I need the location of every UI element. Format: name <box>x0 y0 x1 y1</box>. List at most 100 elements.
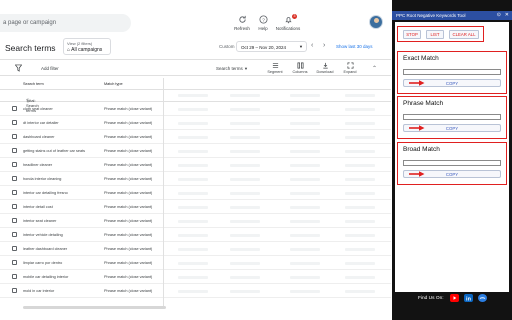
match-type-cell: Phrase match (close variant) <box>104 121 153 125</box>
clear-all-button[interactable]: CLEAR ALL <box>449 30 479 39</box>
row-checkbox[interactable] <box>12 260 17 265</box>
date-custom-label: Custom <box>219 44 235 49</box>
list-button[interactable]: LIST <box>426 30 444 39</box>
search-terms-dropdown-label: Search terms <box>216 66 243 71</box>
view-filter-chip[interactable]: View (2 filters) ⌂ All campaigns <box>63 38 111 55</box>
match-type-cell: Phrase match (close variant) <box>104 289 153 293</box>
match-type-cell: Phrase match (close variant) <box>104 247 153 251</box>
search-terms-table: Search term Match type Total: Search ter… <box>0 78 391 298</box>
row-checkbox[interactable] <box>12 274 17 279</box>
match-type-cell: Phrase match (close variant) <box>104 191 153 195</box>
placeholder-bar <box>230 150 260 153</box>
column-header-match-type[interactable]: Match type <box>104 82 123 86</box>
placeholder-bar <box>345 220 375 223</box>
avatar[interactable] <box>369 15 383 29</box>
row-checkbox[interactable] <box>12 232 17 237</box>
youtube-icon[interactable] <box>450 294 459 302</box>
search-term-cell: mold in car interior <box>23 289 55 293</box>
segment-button[interactable]: Segment <box>265 62 285 74</box>
row-checkbox[interactable] <box>12 176 17 181</box>
row-checkbox[interactable] <box>12 162 17 167</box>
row-checkbox[interactable] <box>12 148 17 153</box>
svg-text:in: in <box>466 296 472 302</box>
row-checkbox[interactable] <box>12 246 17 251</box>
placeholder-bar <box>345 192 375 195</box>
placeholder-bar <box>230 94 260 97</box>
placeholder-bar <box>230 164 260 167</box>
placeholder-bar <box>345 262 375 265</box>
notifications-button[interactable]: 3 Notifications <box>274 14 302 31</box>
close-icon[interactable]: ✕ <box>505 12 509 18</box>
add-filter-button[interactable]: Add filter <box>41 66 59 71</box>
help-button[interactable]: ? Help <box>251 15 275 31</box>
google-ads-view: a page or campaign Refresh ? Help 3 Noti… <box>0 0 391 320</box>
placeholder-bar <box>290 122 320 125</box>
placeholder-bar <box>178 136 208 139</box>
extension-footer: Find Us On: in <box>392 293 512 305</box>
placeholder-bar <box>178 262 208 265</box>
filter-bar: Add filter Search terms ▼ Segment Column… <box>0 59 391 76</box>
collapse-chevron-icon[interactable]: ⌃ <box>372 65 377 72</box>
columns-button[interactable]: Columns <box>290 62 310 74</box>
match-type-cell: Phrase match (close variant) <box>104 275 153 279</box>
show-last-30-days-link[interactable]: Show last 30 days <box>336 44 373 49</box>
find-us-label: Find Us On: <box>418 296 444 301</box>
placeholder-bar <box>290 178 320 181</box>
row-checkbox[interactable] <box>12 204 17 209</box>
exact-match-textarea[interactable] <box>403 69 501 75</box>
date-range-picker[interactable]: Oct 29 – Nov 20, 2024 ▼ <box>236 41 307 52</box>
placeholder-bar <box>290 108 320 111</box>
filter-icon[interactable] <box>15 64 22 72</box>
stop-button[interactable]: STOP <box>403 30 421 39</box>
row-checkbox[interactable] <box>12 190 17 195</box>
placeholder-bar <box>345 150 375 153</box>
broad-match-textarea[interactable] <box>403 160 501 166</box>
arrow-right-icon <box>409 125 425 131</box>
match-type-cell: Phrase match (close variant) <box>104 163 153 167</box>
placeholder-bar <box>345 276 375 279</box>
download-button[interactable]: Download <box>315 62 335 74</box>
next-period-icon[interactable]: › <box>323 42 325 50</box>
expand-icon <box>347 62 353 69</box>
table-body: cloth seat cleaner Phrase match (close va… <box>0 102 391 298</box>
svg-text:?: ? <box>262 17 265 23</box>
placeholder-bar <box>345 164 375 167</box>
pin-icon[interactable]: ⊙ <box>497 12 501 18</box>
download-icon <box>322 62 328 69</box>
expand-label: Expand <box>343 70 357 74</box>
placeholder-bar <box>230 248 260 251</box>
horizontal-scrollbar[interactable] <box>23 306 166 309</box>
placeholder-bar <box>178 192 208 195</box>
exact-match-title: Exact Match <box>403 55 439 62</box>
match-type-cell: Phrase match (close variant) <box>104 261 153 265</box>
linkedin-icon[interactable]: in <box>464 294 473 302</box>
placeholder-bar <box>290 220 320 223</box>
placeholder-bar <box>290 290 320 293</box>
phrase-match-title: Phrase Match <box>403 100 444 107</box>
row-checkbox[interactable] <box>12 134 17 139</box>
placeholder-bar <box>290 234 320 237</box>
placeholder-bar <box>178 150 208 153</box>
dropdown-arrow-icon: ▼ <box>244 66 248 71</box>
row-checkbox[interactable] <box>12 218 17 223</box>
expand-button[interactable]: Expand <box>340 62 360 74</box>
column-header-search-term[interactable]: Search term <box>23 82 44 86</box>
placeholder-bar <box>178 164 208 167</box>
previous-period-icon[interactable]: ‹ <box>311 42 313 50</box>
row-checkbox[interactable] <box>12 106 17 111</box>
extension-title-bar: PPC Root Negative Keywords Tool ⊙ ✕ <box>392 11 512 20</box>
placeholder-bar <box>178 108 208 111</box>
row-checkbox[interactable] <box>12 120 17 125</box>
phrase-match-textarea[interactable] <box>403 114 501 120</box>
placeholder-bar <box>230 276 260 279</box>
placeholder-bar <box>290 262 320 265</box>
blogger-icon[interactable] <box>478 294 487 302</box>
placeholder-bar <box>178 248 208 251</box>
placeholder-bar <box>290 94 320 97</box>
row-checkbox[interactable] <box>12 288 17 293</box>
search-terms-dropdown[interactable]: Search terms ▼ <box>216 66 248 71</box>
view-filters-label: View (2 filters) <box>67 41 93 46</box>
search-input[interactable]: a page or campaign <box>0 14 131 32</box>
placeholder-bar <box>290 192 320 195</box>
date-range-text: Oct 29 – Nov 20, 2024 <box>241 45 287 50</box>
